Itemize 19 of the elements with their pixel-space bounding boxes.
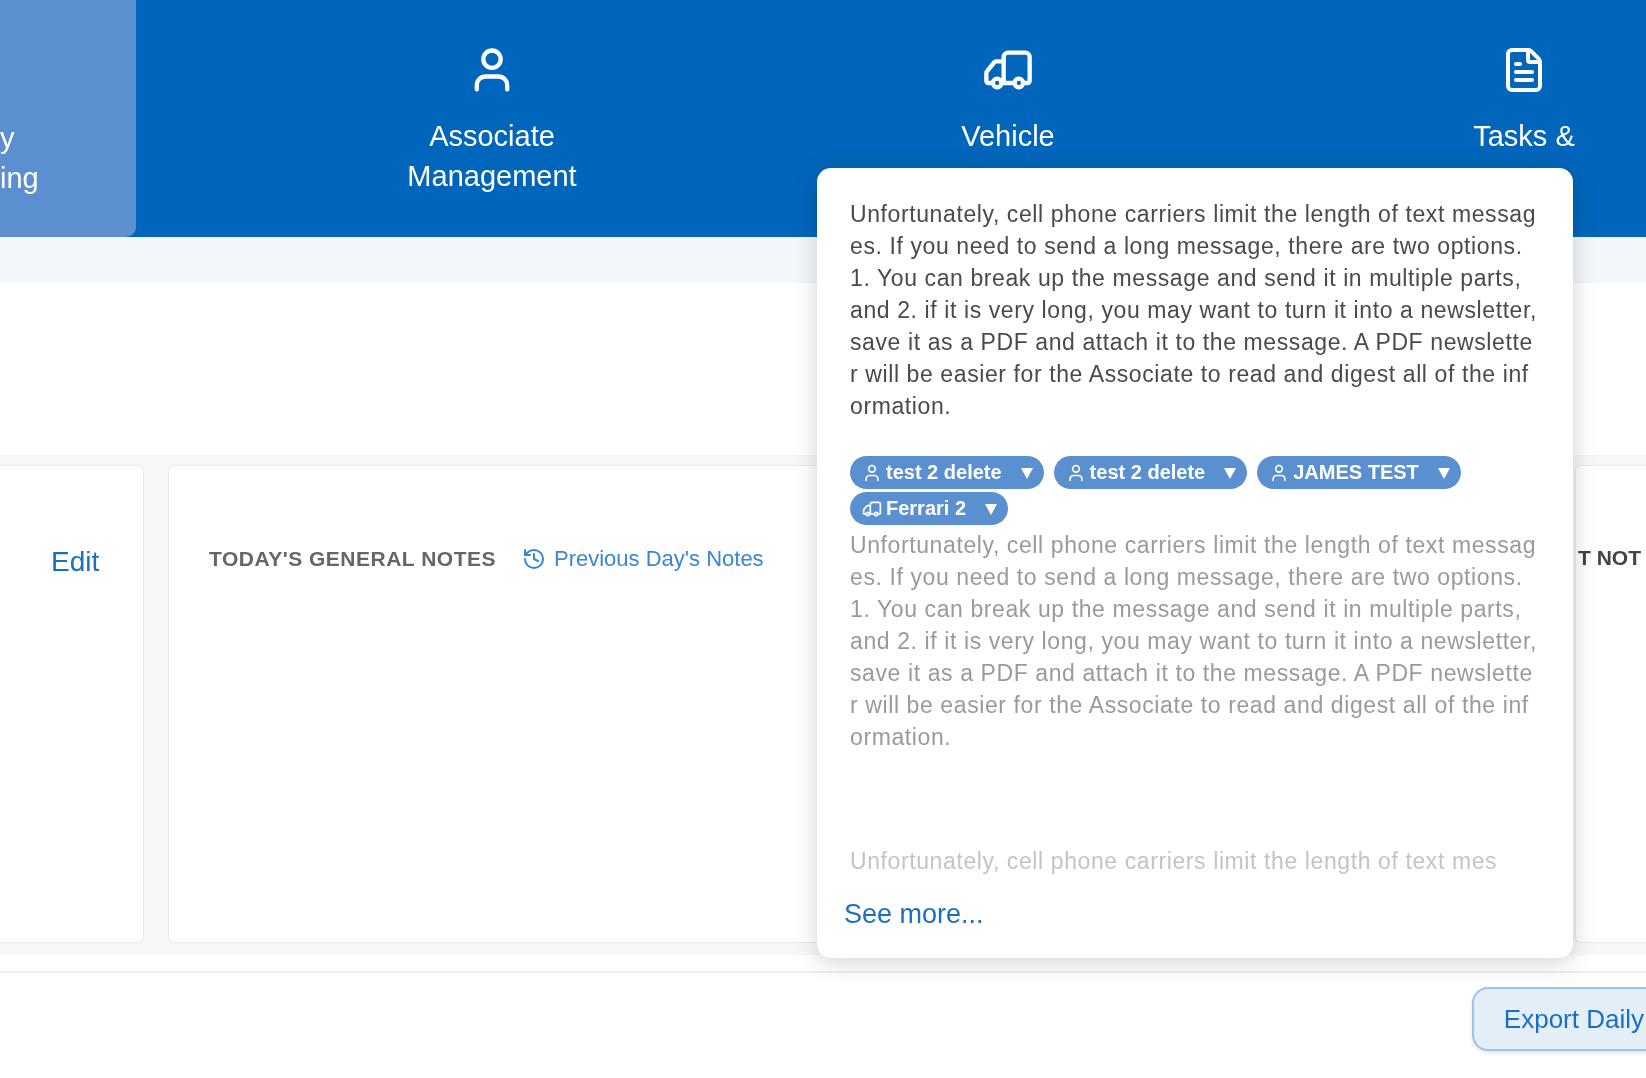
section-title: T NOT — [1578, 546, 1641, 570]
history-icon — [522, 547, 546, 571]
note-text: Unfortunately, cell phone carriers limit the length of text mes — [850, 847, 1499, 876]
export-button[interactable]: Export Daily — [1471, 987, 1646, 1051]
caret-icon — [984, 501, 999, 516]
caret-icon — [1019, 465, 1034, 480]
previous-notes-link[interactable]: Previous Day's Notes — [522, 546, 764, 572]
note-text: Unfortunately, cell phone carriers limit the length of text messages. If you need to send a long message, there are two options. 1. You can break up the message and send it in multiple parts, and 2. if it is very long, you may want to turn it into a newsletter, save it as a PDF and attach it to the message. A PDF newsletter will be easier for the Associate to read and digest all of the information. — [850, 531, 1538, 752]
edit-link[interactable]: Edit — [51, 546, 100, 578]
section-title: TODAY'S GENERAL NOTES — [209, 547, 496, 571]
caret-icon — [1223, 465, 1238, 480]
tag-chip[interactable]: Ferrari 2 — [850, 492, 1009, 525]
nav-tab[interactable]: y ing — [0, 0, 136, 237]
person-icon — [862, 462, 882, 483]
caret-icon — [1436, 465, 1451, 480]
tag-chip[interactable]: JAMES TEST — [1257, 456, 1461, 489]
see-more-link[interactable]: See more... — [844, 899, 984, 930]
tag-chip[interactable]: test 2 delete — [850, 456, 1044, 489]
tag-chip[interactable]: test 2 delete — [1053, 456, 1248, 489]
